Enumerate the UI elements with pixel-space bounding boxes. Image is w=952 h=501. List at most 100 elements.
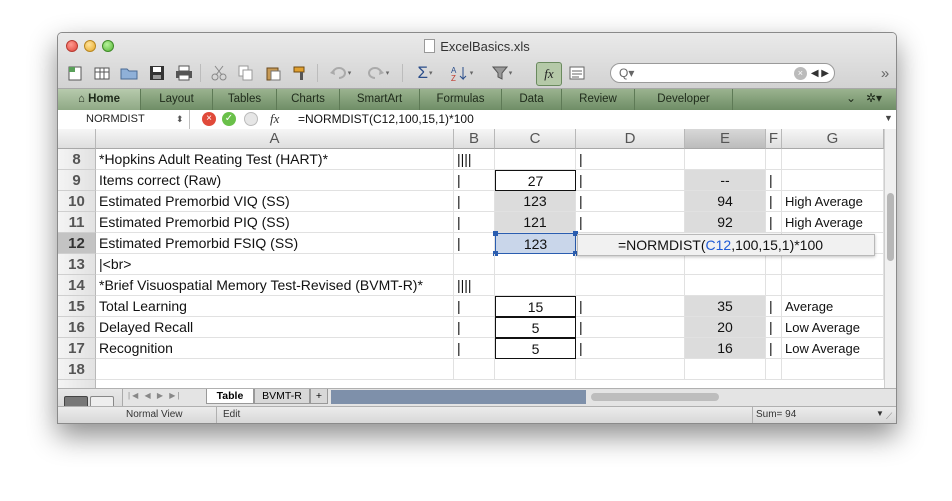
autosum-icon[interactable]: Σ ▾ — [409, 62, 441, 84]
vertical-scrollbar[interactable] — [884, 129, 896, 388]
cell-f16[interactable]: | — [766, 317, 782, 338]
row-header[interactable]: 13 — [58, 254, 96, 275]
cell-b14[interactable]: |||| — [454, 275, 495, 296]
row-header[interactable]: 16 — [58, 317, 96, 338]
select-all-corner[interactable] — [58, 129, 96, 149]
cell-d11[interactable]: | — [576, 212, 685, 233]
cell-g11[interactable]: High Average — [782, 212, 884, 233]
cell-e8[interactable] — [685, 149, 766, 170]
resize-grip-icon[interactable]: ⟋ — [886, 411, 892, 422]
cell-b16[interactable]: | — [454, 317, 495, 338]
cell-g14[interactable] — [782, 275, 884, 296]
row-header[interactable]: 8 — [58, 149, 96, 170]
collapse-ribbon-icon[interactable]: ⌄ — [846, 91, 856, 105]
horizontal-scroll-thumb[interactable] — [591, 393, 719, 401]
cell-b15[interactable]: | — [454, 296, 495, 317]
cell-d13[interactable] — [576, 254, 685, 275]
row-header[interactable]: 14 — [58, 275, 96, 296]
search-prev-next-icon[interactable]: ◀ ▶ — [811, 68, 829, 79]
cell-g15[interactable]: Average — [782, 296, 884, 317]
spreadsheet-grid[interactable]: A B C D E F G 8 *Hopkins Adult Reating T… — [58, 129, 884, 388]
selection-handle[interactable] — [493, 231, 498, 236]
cell-g8[interactable] — [782, 149, 884, 170]
column-header-g[interactable]: G — [782, 129, 884, 149]
cell-d9[interactable]: | — [576, 170, 685, 191]
cell-f18[interactable] — [766, 359, 782, 380]
cell-g18[interactable] — [782, 359, 884, 380]
cell-d8[interactable]: | — [576, 149, 685, 170]
cancel-formula-icon[interactable]: × — [202, 112, 216, 126]
cell-f10[interactable]: | — [766, 191, 782, 212]
column-header-c[interactable]: C — [495, 129, 576, 149]
tab-smartart[interactable]: SmartArt — [340, 89, 420, 110]
new-workbook-icon[interactable] — [64, 62, 86, 84]
cell-a14[interactable]: *Brief Visuospatial Memory Test-Revised … — [96, 275, 454, 296]
tab-developer[interactable]: Developer — [635, 89, 733, 110]
formula-builder-button[interactable]: fx — [536, 62, 562, 86]
cell-d16[interactable]: | — [576, 317, 685, 338]
row-header[interactable]: 17 — [58, 338, 96, 359]
cell-b11[interactable]: | — [454, 212, 495, 233]
recalc-icon[interactable] — [244, 112, 258, 126]
cell-e10[interactable]: 94 — [685, 191, 766, 212]
column-header-a[interactable]: A — [96, 129, 454, 149]
cut-icon[interactable] — [208, 62, 230, 84]
format-painter-icon[interactable] — [289, 62, 311, 84]
name-box[interactable]: NORMDIST ⬍ — [58, 110, 190, 129]
cell-b12[interactable]: | — [454, 233, 495, 254]
cell-g10[interactable]: High Average — [782, 191, 884, 212]
tab-tables[interactable]: Tables — [213, 89, 277, 110]
cell-b18[interactable] — [454, 359, 495, 380]
cell-c10[interactable]: 123 — [495, 191, 576, 212]
cell-b13[interactable] — [454, 254, 495, 275]
row-header[interactable]: 15 — [58, 296, 96, 317]
cell-c8[interactable] — [495, 149, 576, 170]
vertical-scroll-thumb[interactable] — [887, 193, 894, 261]
row-header[interactable]: 18 — [58, 359, 96, 380]
cell-e15[interactable]: 35 — [685, 296, 766, 317]
tab-home[interactable]: ⌂ Home — [58, 89, 141, 110]
column-header-e[interactable]: E — [685, 129, 766, 149]
name-box-stepper-icon[interactable]: ⬍ — [176, 110, 184, 129]
cell-f13[interactable] — [766, 254, 782, 275]
cell-a17[interactable]: Recognition — [96, 338, 454, 359]
enter-formula-icon[interactable]: ✓ — [222, 112, 236, 126]
cell-f17[interactable]: | — [766, 338, 782, 359]
row-header-active[interactable]: 12 — [58, 233, 96, 254]
tab-data[interactable]: Data — [502, 89, 562, 110]
cell-c16[interactable]: 5 — [495, 317, 576, 338]
cell-c14[interactable] — [495, 275, 576, 296]
sheet-tab-bvmt-r[interactable]: BVMT-R — [254, 389, 310, 404]
show-hide-icon[interactable] — [566, 62, 588, 84]
cell-c18[interactable] — [495, 359, 576, 380]
cell-g17[interactable]: Low Average — [782, 338, 884, 359]
cell-f14[interactable] — [766, 275, 782, 296]
print-icon[interactable] — [173, 62, 195, 84]
cell-a9[interactable]: Items correct (Raw) — [96, 170, 454, 191]
cell-e9[interactable]: -- — [685, 170, 766, 191]
cell-a15[interactable]: Total Learning — [96, 296, 454, 317]
copy-icon[interactable] — [235, 62, 257, 84]
cell-e11[interactable]: 92 — [685, 212, 766, 233]
add-sheet-button[interactable]: + — [310, 389, 328, 404]
cell-a16[interactable]: Delayed Recall — [96, 317, 454, 338]
cell-e17[interactable]: 16 — [685, 338, 766, 359]
column-header-b[interactable]: B — [454, 129, 495, 149]
cell-b9[interactable]: | — [454, 170, 495, 191]
cell-c12-selected[interactable]: 123 — [495, 233, 576, 254]
cell-f9[interactable]: | — [766, 170, 782, 191]
cell-c9[interactable]: 27 — [495, 170, 576, 191]
cell-e18[interactable] — [685, 359, 766, 380]
cell-f15[interactable]: | — [766, 296, 782, 317]
cell-a11[interactable]: Estimated Premorbid PIQ (SS) — [96, 212, 454, 233]
sort-icon[interactable]: A Z ▾ — [445, 62, 479, 84]
paste-icon[interactable] — [262, 62, 284, 84]
row-header[interactable]: 10 — [58, 191, 96, 212]
cell-d10[interactable]: | — [576, 191, 685, 212]
fx-label[interactable]: fx — [270, 111, 279, 127]
cell-d14[interactable] — [576, 275, 685, 296]
cell-d17[interactable]: | — [576, 338, 685, 359]
cell-b8[interactable]: |||| — [454, 149, 495, 170]
open-folder-icon[interactable] — [118, 62, 140, 84]
cell-a13[interactable]: |<br> — [96, 254, 454, 275]
